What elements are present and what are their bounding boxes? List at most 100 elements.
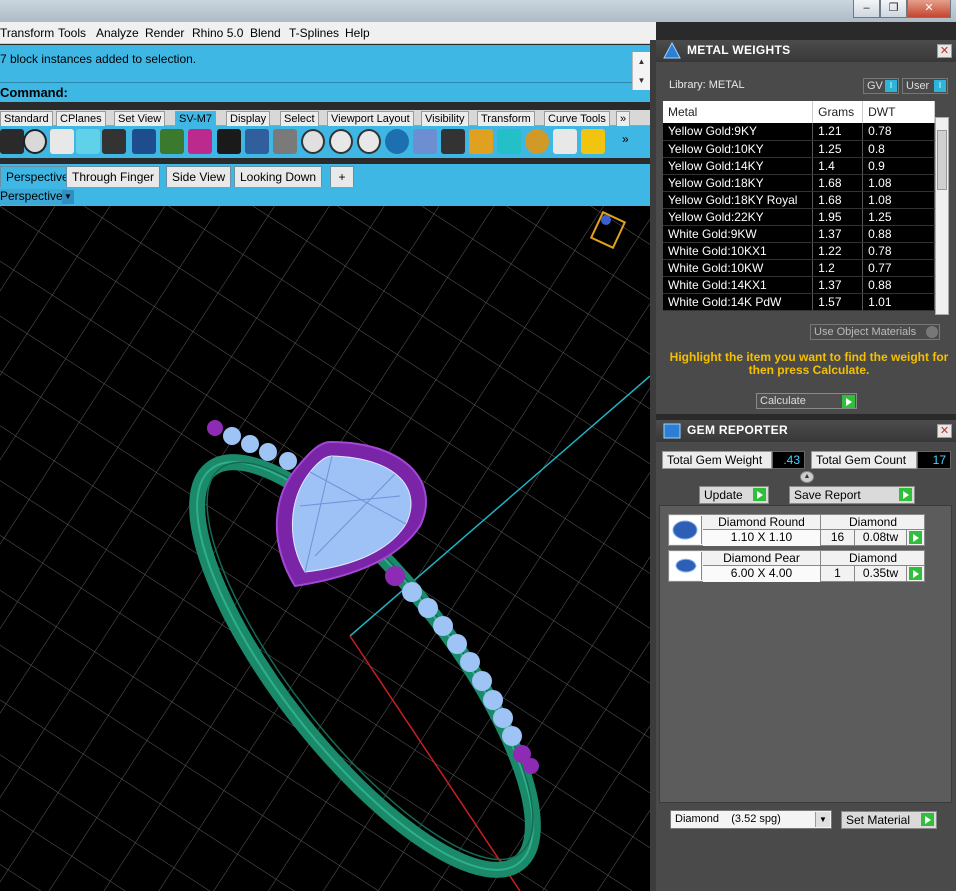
tab-viewport-layout[interactable]: Viewport Layout [327,111,414,126]
texture-icon[interactable] [160,129,184,154]
user-toggle[interactable]: User I [902,78,948,94]
command-prompt[interactable]: Command: [0,85,68,100]
metal-table-scrollbar[interactable] [935,117,949,315]
table-row[interactable]: White Gold:10KX1 1.22 0.78 [663,242,935,260]
set-material-button[interactable]: Set Material [841,811,937,829]
metal-dwt: 1.08 [862,174,935,192]
save-report-button[interactable]: Save Report [789,486,915,504]
menu-blend[interactable]: Blend [250,26,281,40]
table-row[interactable]: Yellow Gold:18KY Royal 1.68 1.08 [663,191,935,209]
crosshair-icon[interactable] [357,129,381,154]
section-icon[interactable] [329,129,353,154]
delete-icon[interactable] [581,129,605,154]
tab-standard[interactable]: Standard [0,111,53,126]
viewport-menu-chevron-down-icon[interactable]: ▼ [62,190,74,204]
menu-render[interactable]: Render [145,26,184,40]
array-icon[interactable] [0,129,24,154]
layers-icon[interactable] [273,129,297,154]
calculate-hint: Highlight the item you want to find the … [669,350,949,377]
command-scrollbar[interactable]: ▲ ▼ [632,52,650,90]
save-icon[interactable] [469,129,493,154]
tab-transform[interactable]: Transform [477,111,535,126]
cluster-icon[interactable] [385,129,409,154]
molecule-icon[interactable] [413,129,437,154]
table-row[interactable]: Yellow Gold:9KY 1.21 0.78 [663,123,935,141]
table-row[interactable]: White Gold:10KW 1.2 0.77 [663,259,935,277]
restore-button[interactable]: ❐ [880,0,907,18]
tab-looking-down[interactable]: Looking Down [234,166,323,187]
table-row[interactable]: Yellow Gold:10KY 1.25 0.8 [663,140,935,158]
menu-help[interactable]: Help [345,26,370,40]
table-row[interactable]: White Gold:14K PdW 1.57 1.01 [663,293,935,311]
gear-icon[interactable] [525,129,549,154]
gem-name: Diamond Round [703,515,821,530]
half-sphere-icon[interactable] [301,129,325,154]
add-viewport-tab-icon[interactable]: + [330,166,354,187]
tab-through-finger[interactable]: Through Finger [66,166,161,187]
gem-details-play-icon[interactable] [909,531,922,544]
gem-icon[interactable] [497,129,521,154]
table-row[interactable]: Yellow Gold:14KY 1.4 0.9 [663,157,935,175]
ring-icon[interactable] [23,129,47,154]
metal-dwt: 0.88 [862,276,935,294]
table-row[interactable]: Yellow Gold:18KY 1.68 1.08 [663,174,935,192]
column-header-dwt[interactable]: DWT [862,101,935,123]
tabs-overflow-button[interactable]: » [616,111,631,126]
flow-icon[interactable] [188,129,212,154]
list-item[interactable]: Diamond Round Diamond 1.10 X 1.10 16 0.0… [668,514,925,546]
chevron-down-icon[interactable]: ▼ [815,812,830,827]
gv-toggle[interactable]: GV I [863,78,899,94]
metal-name: Yellow Gold:10KY [663,140,814,158]
toolbar-overflow-icon[interactable]: » [622,132,629,146]
cube-icon[interactable] [245,129,269,154]
menu-analyze[interactable]: Analyze [96,26,139,40]
tab-side-view[interactable]: Side View [166,166,232,187]
menu-rhino[interactable]: Rhino 5.0 [192,26,243,40]
metal-name: Yellow Gold:18KY [663,174,814,192]
gem-details-play-icon[interactable] [909,567,922,580]
tab-display[interactable]: Display [226,111,271,126]
shank-icon[interactable] [50,129,74,154]
bezel-icon[interactable] [76,129,100,154]
list-item[interactable]: Diamond Pear Diamond 6.00 X 4.00 1 0.35t… [668,550,925,582]
menu-tools[interactable]: Tools [58,26,86,40]
use-object-materials-toggle[interactable]: Use Object Materials [810,324,940,340]
tab-sv-m7[interactable]: SV-M7 [175,111,217,126]
menu-transform[interactable]: Transform [0,26,54,40]
metal-grams: 1.21 [812,123,864,141]
gem-material-select[interactable]: Diamond (3.52 spg) ▼ [670,810,832,829]
viewport-name[interactable]: Perspective [0,189,67,205]
column-header-grams[interactable]: Grams [812,101,864,123]
table-row[interactable]: White Gold:14KX1 1.37 0.88 [663,276,935,294]
table-row[interactable]: Yellow Gold:22KY 1.95 1.25 [663,208,935,226]
scroll-up-icon[interactable]: ▲ [633,52,650,71]
collapse-chevron-up-icon[interactable]: ▲ [800,471,814,483]
grid-icon[interactable] [553,129,577,154]
column-header-metal[interactable]: Metal [663,101,814,123]
tab-perspective[interactable]: Perspective [0,166,75,187]
tab-set-view[interactable]: Set View [114,111,166,126]
measure-icon[interactable] [441,129,465,154]
viewport-scene[interactable] [0,206,650,891]
prong-icon[interactable] [102,129,126,154]
minimize-button[interactable]: ‒ [853,0,880,18]
metal-dwt: 0.9 [862,157,935,175]
round-diamond-icon [670,516,702,544]
close-icon[interactable]: ✕ [937,44,952,58]
tab-select[interactable]: Select [280,111,319,126]
gem-size: 6.00 X 4.00 [703,566,821,582]
table-row[interactable]: White Gold:9KW 1.37 0.88 [663,225,935,243]
tab-visibility[interactable]: Visibility [421,111,469,126]
scroll-thumb[interactable] [937,130,947,190]
tab-cplanes[interactable]: CPlanes [56,111,106,126]
close-window-button[interactable]: ✕ [907,0,951,18]
menu-tsplines[interactable]: T-Splines [289,26,339,40]
calculate-button[interactable]: Calculate [756,393,857,409]
close-icon[interactable]: ✕ [937,424,952,438]
perspective-viewport[interactable] [0,206,650,891]
monitor-icon[interactable] [217,129,241,154]
scroll-down-icon[interactable]: ▼ [633,71,650,90]
tab-curve-tools[interactable]: Curve Tools [544,111,610,126]
update-button[interactable]: Update [699,486,769,504]
pave-icon[interactable] [132,129,156,154]
